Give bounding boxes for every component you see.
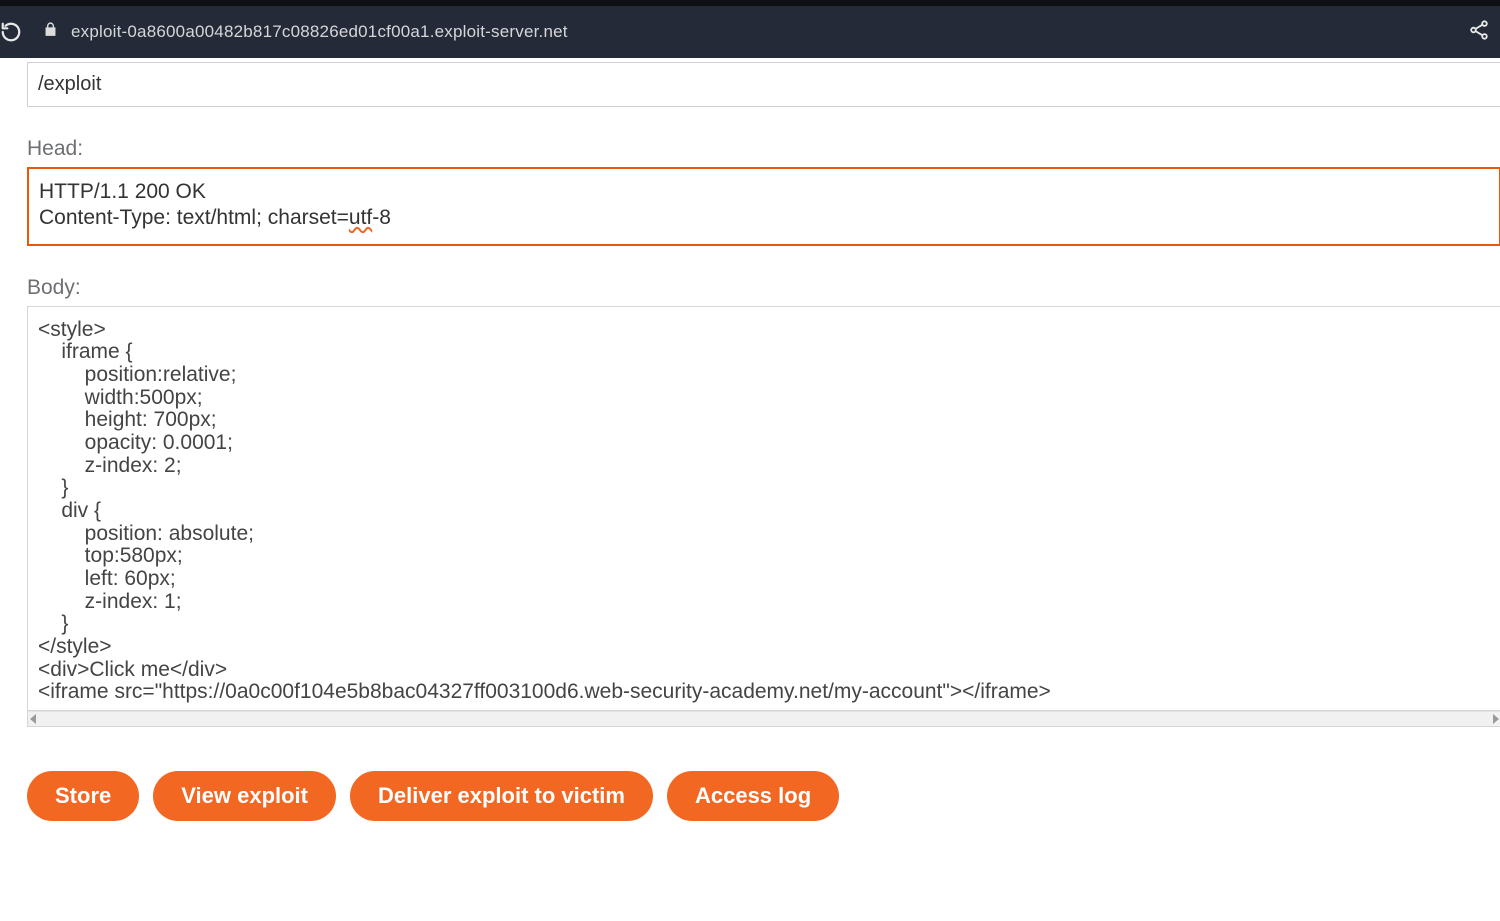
- body-horizontal-scrollbar[interactable]: [27, 711, 1500, 727]
- head-line-2-spelly: utf: [349, 206, 372, 229]
- browser-toolbar: exploit-0a8600a00482b817c08826ed01cf00a1…: [0, 6, 1500, 58]
- head-label: Head:: [27, 137, 1500, 161]
- scroll-left-icon[interactable]: [30, 714, 36, 724]
- file-path-input[interactable]: [28, 63, 1500, 106]
- head-line-2-pre: Content-Type: text/html; charset=: [39, 206, 349, 229]
- body-label: Body:: [27, 276, 1500, 300]
- page-content: Head: HTTP/1.1 200 OK Content-Type: text…: [0, 62, 1500, 821]
- share-icon[interactable]: [1468, 19, 1490, 46]
- head-line-1: HTTP/1.1 200 OK: [39, 180, 206, 203]
- reload-icon[interactable]: [0, 21, 22, 43]
- file-path-field-wrap: [27, 62, 1500, 107]
- head-textarea[interactable]: HTTP/1.1 200 OK Content-Type: text/html;…: [27, 167, 1500, 246]
- access-log-button[interactable]: Access log: [667, 771, 839, 821]
- deliver-exploit-button[interactable]: Deliver exploit to victim: [350, 771, 653, 821]
- scroll-right-icon[interactable]: [1493, 714, 1499, 724]
- view-exploit-button[interactable]: View exploit: [153, 771, 336, 821]
- address-bar[interactable]: exploit-0a8600a00482b817c08826ed01cf00a1…: [36, 21, 1454, 43]
- url-text: exploit-0a8600a00482b817c08826ed01cf00a1…: [71, 22, 568, 42]
- body-textarea[interactable]: <style> iframe { position:relative; widt…: [27, 306, 1500, 711]
- head-line-2-post: -8: [372, 206, 391, 229]
- lock-icon: [42, 21, 59, 43]
- store-button[interactable]: Store: [27, 771, 139, 821]
- action-buttons: Store View exploit Deliver exploit to vi…: [27, 771, 1500, 821]
